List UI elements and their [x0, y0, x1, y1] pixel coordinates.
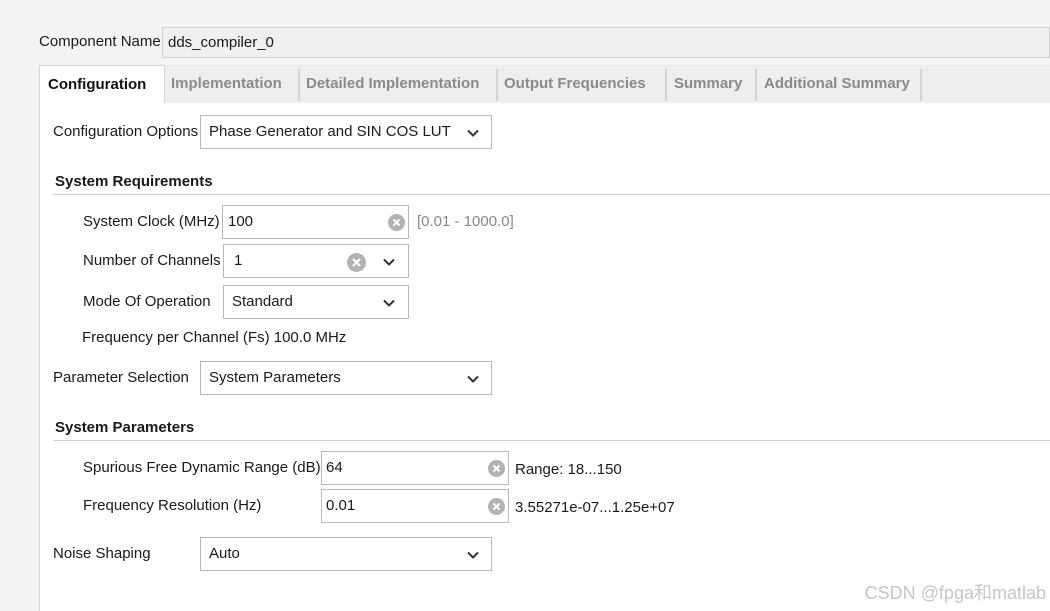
mode-of-operation-label: Mode Of Operation	[83, 293, 211, 310]
system-clock-value: 100	[228, 213, 254, 230]
tab-divider	[298, 69, 300, 101]
frequency-resolution-range: 3.55271e-07...1.25e+07	[515, 499, 675, 516]
parameter-selection-label: Parameter Selection	[53, 369, 189, 386]
clear-icon[interactable]	[488, 460, 505, 477]
parameter-selection-value: System Parameters	[209, 369, 341, 386]
mode-of-operation-value: Standard	[232, 293, 293, 310]
configuration-options-select[interactable]: Phase Generator and SIN COS LUT	[200, 115, 492, 149]
configuration-options-label: Configuration Options	[53, 123, 199, 140]
number-of-channels-label: Number of Channels	[83, 252, 221, 269]
chevron-down-icon	[383, 258, 395, 266]
frequency-resolution-input[interactable]: 0.01	[321, 489, 509, 523]
sfdr-label: Spurious Free Dynamic Range (dB)	[83, 459, 321, 476]
chevron-down-icon	[383, 299, 395, 307]
tab-divider	[665, 69, 667, 101]
sfdr-input[interactable]: 64	[321, 451, 509, 485]
component-name-value: dds_compiler_0	[168, 34, 274, 51]
configuration-options-value: Phase Generator and SIN COS LUT	[209, 123, 451, 140]
system-requirements-heading: System Requirements	[55, 173, 213, 190]
frequency-per-channel-text: Frequency per Channel (Fs) 100.0 MHz	[82, 329, 347, 346]
parameter-selection-select[interactable]: System Parameters	[200, 361, 492, 395]
tab-additional-summary[interactable]: Additional Summary	[764, 65, 910, 103]
noise-shaping-value: Auto	[209, 545, 240, 562]
number-of-channels-value: 1	[234, 252, 243, 269]
chevron-down-icon	[467, 375, 479, 383]
noise-shaping-select[interactable]: Auto	[200, 537, 492, 571]
chevron-down-icon	[467, 551, 479, 559]
tab-divider	[755, 69, 757, 101]
component-name-field[interactable]: dds_compiler_0	[162, 27, 1050, 58]
system-parameters-heading: System Parameters	[55, 419, 195, 436]
system-clock-label: System Clock (MHz)	[83, 213, 220, 230]
system-clock-input[interactable]: 100	[222, 205, 409, 239]
frequency-resolution-value: 0.01	[326, 497, 356, 514]
tab-detailed-implementation[interactable]: Detailed Implementation	[306, 65, 479, 103]
frequency-resolution-label: Frequency Resolution (Hz)	[83, 497, 262, 514]
tab-divider	[920, 69, 922, 101]
clear-icon[interactable]	[347, 253, 366, 272]
sfdr-value: 64	[326, 459, 343, 476]
tab-bar: Configuration Implementation Detailed Im…	[39, 65, 1050, 111]
chevron-down-icon	[467, 129, 479, 137]
noise-shaping-label: Noise Shaping	[53, 545, 151, 562]
section-divider	[53, 440, 1050, 441]
section-divider	[53, 194, 1050, 195]
sfdr-range: Range: 18...150	[515, 461, 622, 478]
tab-divider	[496, 69, 498, 101]
system-clock-range: [0.01 - 1000.0]	[417, 213, 514, 230]
number-of-channels-select[interactable]: 1	[223, 244, 409, 278]
mode-of-operation-select[interactable]: Standard	[223, 285, 409, 319]
tab-summary[interactable]: Summary	[674, 65, 742, 103]
clear-icon[interactable]	[388, 214, 405, 231]
watermark: CSDN @fpga和matlab	[864, 583, 1046, 603]
tab-implementation[interactable]: Implementation	[171, 65, 282, 103]
clear-icon[interactable]	[488, 498, 505, 515]
tab-output-frequencies[interactable]: Output Frequencies	[504, 65, 646, 103]
component-name-label: Component Name	[39, 33, 161, 50]
tab-configuration-label: Configuration	[48, 76, 147, 93]
